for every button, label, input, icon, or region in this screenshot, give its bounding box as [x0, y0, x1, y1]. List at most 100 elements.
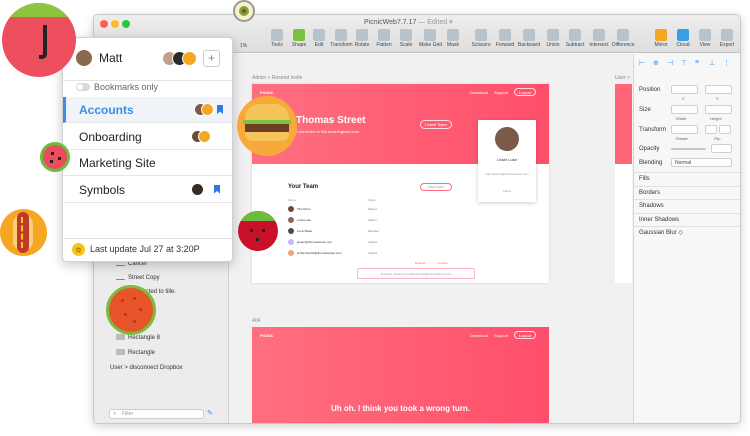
- blending-select[interactable]: Normal: [671, 158, 732, 167]
- toolbar-button-label: Mirror: [654, 42, 668, 48]
- align-top-icon[interactable]: ⊤: [681, 59, 687, 67]
- toolbar-button-forward[interactable]: Forward: [494, 29, 516, 48]
- toolbar-button-backward[interactable]: Backward: [518, 29, 540, 48]
- mirror-icon: [655, 29, 667, 41]
- flip-vertical-button[interactable]: [719, 125, 731, 134]
- toolbar-button-label: Forward: [495, 42, 515, 48]
- toolbar-button-scale[interactable]: Scale: [395, 29, 417, 48]
- inspector-section-gaussian[interactable]: Gaussian Blur ◇: [634, 226, 740, 238]
- nav-support-404[interactable]: Support: [494, 333, 508, 338]
- flip-horizontal-button[interactable]: [705, 125, 717, 134]
- opacity-slider[interactable]: [671, 148, 706, 150]
- toolbar-button-cloud[interactable]: Cloud: [672, 29, 694, 48]
- close-window-button[interactable]: [100, 20, 108, 28]
- align-middle-icon[interactable]: ≡: [695, 59, 699, 66]
- align-bottom-icon[interactable]: ⊥: [709, 59, 715, 67]
- user-name[interactable]: Matt: [99, 51, 122, 65]
- inspector-section-borders[interactable]: Borders: [634, 185, 740, 198]
- add-button[interactable]: +: [203, 50, 220, 67]
- artboard-404[interactable]: PICNIC Download Support Logout Uh oh. I …: [252, 327, 549, 423]
- layer-row[interactable]: Rectangle 8: [94, 332, 229, 345]
- align-center-icon[interactable]: ⊕: [653, 59, 659, 67]
- toolbar-button-rotate[interactable]: Rotate: [351, 29, 373, 48]
- toolbar-button-mirror[interactable]: Mirror: [650, 29, 672, 48]
- toolbar-button-scissors[interactable]: Scissors: [470, 29, 492, 48]
- align-right-icon[interactable]: ⊣: [667, 59, 673, 67]
- nav-download[interactable]: Download: [470, 90, 488, 95]
- error-message: Uh oh. I think you took a wrong turn.: [330, 404, 471, 413]
- logout-pill[interactable]: Logout: [514, 88, 536, 96]
- scissors-icon: [475, 29, 487, 41]
- user-avatar[interactable]: [75, 49, 93, 67]
- nav-download-404[interactable]: Download: [470, 333, 488, 338]
- collaborator-avatar: [191, 182, 204, 196]
- inspector-section-shadows[interactable]: Shadows: [634, 199, 740, 211]
- project-label: Symbols: [79, 182, 126, 197]
- toolbar-button-tools[interactable]: Tools: [266, 29, 288, 48]
- bookmarks-toggle[interactable]: [76, 83, 90, 91]
- bookmark-icon[interactable]: [217, 105, 223, 114]
- layer-row[interactable]: User > disconnect Dropbox: [94, 362, 229, 375]
- toolbar-button-mask[interactable]: Mask: [442, 29, 464, 48]
- toolbar-button-shape[interactable]: Shape: [288, 29, 310, 48]
- toolbar-button-label: Shape: [291, 42, 307, 48]
- cancel-link[interactable]: Cancel: [438, 261, 447, 265]
- artboard-user[interactable]: [615, 84, 632, 283]
- inspector-section-fills[interactable]: Fills: [634, 172, 740, 184]
- distribute-icon[interactable]: ⋮: [723, 59, 730, 67]
- bookmark-icon[interactable]: [214, 184, 220, 194]
- artboard-resend-invite[interactable]: PICNIC Download Support Logout Thomas St…: [252, 84, 549, 283]
- flip-label: Flip: [714, 136, 721, 141]
- toolbar-button-transform[interactable]: Transform: [330, 29, 353, 48]
- opacity-label: Opacity: [639, 146, 660, 152]
- project-item[interactable]: Accounts: [63, 97, 232, 123]
- inspector-section-inner[interactable]: Inner Shadows: [634, 212, 740, 225]
- artboard-label-2[interactable]: 404: [252, 318, 260, 324]
- toolbar-button-union[interactable]: Union: [542, 29, 564, 48]
- toolbar-button-make-grid[interactable]: Make Grid: [419, 29, 442, 48]
- artboard-label-3[interactable]: User >: [615, 75, 630, 81]
- layers-search-input[interactable]: ⌕ Filter: [109, 409, 204, 419]
- project-item[interactable]: Symbols: [63, 177, 232, 203]
- leave-team-pill[interactable]: Leave Team: [420, 120, 452, 129]
- subtract-icon: [569, 29, 581, 41]
- toolbar-button-edit[interactable]: Edit: [308, 29, 330, 48]
- toolbar-button-view[interactable]: View: [694, 29, 716, 48]
- project-item[interactable]: Onboarding: [63, 124, 232, 150]
- zoom-window-button[interactable]: [122, 20, 130, 28]
- member-avatar: [288, 239, 294, 245]
- rotate-field[interactable]: [671, 125, 698, 134]
- toolbar-button-label: Export: [719, 42, 735, 48]
- toolbar-button-label: Subtract: [565, 42, 585, 48]
- layer-row[interactable]: Street Copy: [94, 272, 229, 285]
- minimize-window-button[interactable]: [111, 20, 119, 28]
- width-field[interactable]: [671, 105, 698, 114]
- nav-support[interactable]: Support: [494, 90, 508, 95]
- toolbar-button-subtract[interactable]: Subtract: [564, 29, 586, 48]
- opacity-field[interactable]: [711, 144, 732, 153]
- bookmarks-toggle-label: Bookmarks only: [94, 82, 159, 92]
- toolbar-button-flatten[interactable]: Flatten: [373, 29, 395, 48]
- toolbar-button-difference[interactable]: Difference: [612, 29, 635, 48]
- resend-link[interactable]: Resend: [415, 261, 425, 265]
- y-field[interactable]: [705, 85, 732, 94]
- member-name: Luca Wade: [297, 229, 313, 233]
- toolbar-button-label: Backward: [518, 42, 540, 48]
- add-team-pill[interactable]: Add a team: [420, 183, 452, 191]
- artboard-label-1[interactable]: Admin > Resend Invite: [252, 75, 302, 81]
- toolbar-button-label: View: [699, 42, 711, 48]
- edit-icon[interactable]: ✎: [207, 409, 213, 417]
- bookmarks-toggle-row[interactable]: Bookmarks only: [76, 82, 226, 94]
- member-avatar: [288, 217, 294, 223]
- height-field[interactable]: [705, 105, 732, 114]
- toolbar-button-export[interactable]: Export: [716, 29, 738, 48]
- align-left-icon[interactable]: ⊢: [639, 59, 645, 67]
- toolbar-button-intersect[interactable]: Intersect: [588, 29, 610, 48]
- member-status: Owner: [368, 207, 377, 211]
- logout-pill-404[interactable]: Logout: [514, 331, 536, 339]
- x-field[interactable]: [671, 85, 698, 94]
- intersect-icon: [593, 29, 605, 41]
- project-item[interactable]: Marketing Site: [63, 150, 232, 176]
- layer-row[interactable]: Rectangle: [94, 347, 229, 360]
- alignment-bar: ⊢ ⊕ ⊣ ⊤ ≡ ⊥ ⋮: [639, 58, 739, 68]
